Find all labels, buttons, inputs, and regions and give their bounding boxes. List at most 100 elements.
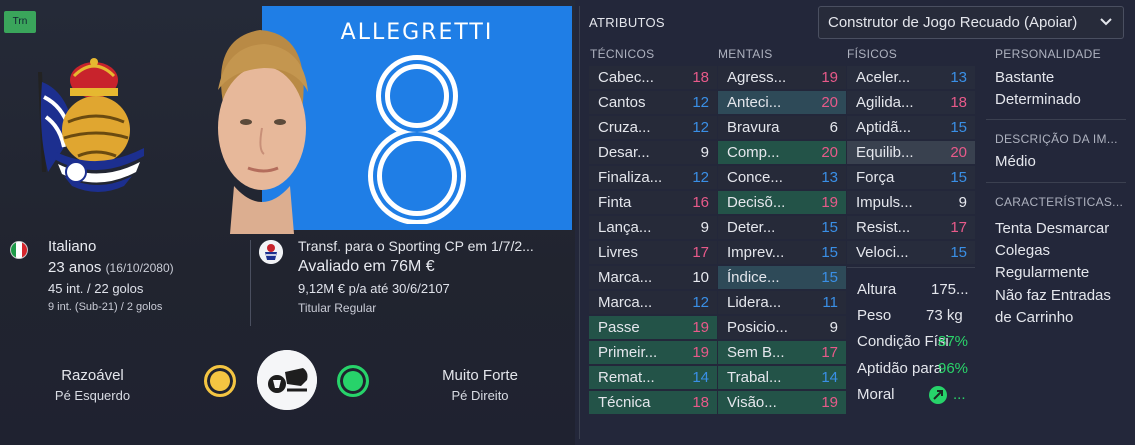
club-badge-icon[interactable] xyxy=(259,240,283,264)
attribute-value: 20 xyxy=(821,94,838,111)
training-badge[interactable]: Trn xyxy=(4,11,36,33)
mental-attribute-row[interactable]: Imprev... 15 xyxy=(718,241,846,264)
attribute-name: Índice... xyxy=(727,269,780,286)
media-description-header: DESCRIÇÃO DA IM... xyxy=(995,132,1118,146)
technical-attribute-row[interactable]: Finaliza... 12 xyxy=(589,166,717,189)
role-select[interactable]: Construtor de Jogo Recuado (Apoiar) xyxy=(818,6,1124,39)
squad-status: Titular Regular xyxy=(298,301,377,315)
wage: 9,12M € p/a até 30/6/2107 xyxy=(298,281,450,296)
media-description: Médio xyxy=(995,153,1036,170)
mental-attribute-row[interactable]: Conce... 13 xyxy=(718,166,846,189)
condition-label: Condição Físi xyxy=(857,333,949,350)
attribute-value: 19 xyxy=(692,344,709,361)
condition-value: 87% xyxy=(938,333,969,350)
mental-attribute-row[interactable]: Anteci... 20 xyxy=(718,91,846,114)
attribute-name: Finaliza... xyxy=(598,169,663,186)
attribute-name: Trabal... xyxy=(727,369,782,386)
technical-attribute-row[interactable]: Técnica 18 xyxy=(589,391,717,414)
left-foot: Razoável Pé Esquerdo xyxy=(40,367,145,403)
left-foot-indicator xyxy=(204,365,236,397)
attribute-name: Agress... xyxy=(727,69,787,86)
attribute-name: Lidera... xyxy=(727,294,782,311)
age: 23 anos (16/10/2080) xyxy=(48,259,174,276)
football-boot-icon[interactable] xyxy=(257,350,317,410)
trait-line-4[interactable]: Não faz Entradas xyxy=(995,285,1111,307)
technical-attribute-row[interactable]: Remat... 14 xyxy=(589,366,717,389)
technical-attribute-row[interactable]: Passe 19 xyxy=(589,316,717,339)
mental-attribute-row[interactable]: Sem B... 17 xyxy=(718,341,846,364)
attribute-value: 12 xyxy=(692,94,709,111)
attribute-value: 9 xyxy=(700,219,709,236)
technical-attribute-row[interactable]: Cruza... 12 xyxy=(589,116,717,139)
mental-attribute-row[interactable]: Lidera... 11 xyxy=(718,291,846,314)
mental-attribute-row[interactable]: Comp... 20 xyxy=(718,141,846,164)
club-crest-icon xyxy=(38,58,144,192)
attribute-value: 12 xyxy=(692,169,709,186)
physical-attribute-row[interactable]: Impuls... 9 xyxy=(847,191,975,214)
technical-attribute-row[interactable]: Primeir... 19 xyxy=(589,341,717,364)
chevron-down-icon xyxy=(1100,18,1112,26)
attribute-name: Veloci... xyxy=(856,244,909,261)
physical-attribute-row[interactable]: Força 15 xyxy=(847,166,975,189)
trait-line-3[interactable]: Regularmente xyxy=(995,262,1089,284)
mental-attribute-row[interactable]: Deter... 15 xyxy=(718,216,846,239)
attribute-value: 9 xyxy=(700,144,709,161)
technical-attribute-row[interactable]: Marca... 10 xyxy=(589,266,717,289)
attribute-value: 15 xyxy=(821,219,838,236)
mental-attribute-row[interactable]: Índice... 15 xyxy=(718,266,846,289)
technical-attribute-row[interactable]: Marca... 12 xyxy=(589,291,717,314)
attribute-name: Posicio... xyxy=(727,319,788,336)
trait-line-1[interactable]: Tenta Desmarcar xyxy=(995,218,1109,240)
mental-attribute-row[interactable]: Trabal... 14 xyxy=(718,366,846,389)
attribute-value: 18 xyxy=(950,94,967,111)
technical-attribute-row[interactable]: Finta 16 xyxy=(589,191,717,214)
physical-attribute-row[interactable]: Equilib... 20 xyxy=(847,141,975,164)
attribute-name: Imprev... xyxy=(727,244,785,261)
mental-attribute-row[interactable]: Posicio... 9 xyxy=(718,316,846,339)
trait-line-2[interactable]: Colegas xyxy=(995,240,1050,262)
technical-attribute-row[interactable]: Lança... 9 xyxy=(589,216,717,239)
physical-attribute-row[interactable]: Veloci... 15 xyxy=(847,241,975,264)
attribute-value: 14 xyxy=(692,369,709,386)
left-foot-rating: Razoável xyxy=(61,367,124,384)
physical-attribute-row[interactable]: Resist... 17 xyxy=(847,216,975,239)
right-foot-indicator xyxy=(337,365,369,397)
trait-line-5[interactable]: de Carrinho xyxy=(995,307,1073,329)
attribute-value: 20 xyxy=(950,144,967,161)
u21-caps: 9 int. (Sub-21) / 2 golos xyxy=(48,301,163,313)
technical-attribute-row[interactable]: Cantos 12 xyxy=(589,91,717,114)
physical-attribute-row[interactable]: Aptidã... 15 xyxy=(847,116,975,139)
attribute-value: 19 xyxy=(692,319,709,336)
attribute-name: Passe xyxy=(598,319,640,336)
attribute-value: 15 xyxy=(950,244,967,261)
technical-attribute-row[interactable]: Desar... 9 xyxy=(589,141,717,164)
attribute-value: 19 xyxy=(821,69,838,86)
attribute-name: Lança... xyxy=(598,219,652,236)
morale-label: Moral xyxy=(857,386,895,403)
physical-attribute-row[interactable]: Agilida... 18 xyxy=(847,91,975,114)
mental-attribute-row[interactable]: Visão... 19 xyxy=(718,391,846,414)
mental-attribute-row[interactable]: Decisõ... 19 xyxy=(718,191,846,214)
attribute-name: Sem B... xyxy=(727,344,785,361)
attribute-name: Finta xyxy=(598,194,632,211)
technical-attribute-row[interactable]: Livres 17 xyxy=(589,241,717,264)
mental-attribute-row[interactable]: Bravura 6 xyxy=(718,116,846,139)
attribute-value: 15 xyxy=(950,119,967,136)
morale-arrow-icon xyxy=(929,386,947,404)
attribute-value: 15 xyxy=(950,169,967,186)
attribute-name: Técnica xyxy=(598,394,651,411)
transfer-status[interactable]: Transf. para o Sporting CP em 1/7/2... xyxy=(298,238,570,254)
attribute-value: 13 xyxy=(821,169,838,186)
attribute-name: Primeir... xyxy=(598,344,658,361)
mental-attribute-row[interactable]: Agress... 19 xyxy=(718,66,846,89)
attributes-title: ATRIBUTOS xyxy=(589,15,665,30)
nationality[interactable]: Italiano xyxy=(48,238,174,255)
international-caps: 45 int. / 22 golos xyxy=(48,281,144,296)
physical-attribute-row[interactable]: Aceler... 13 xyxy=(847,66,975,89)
height-label: Altura xyxy=(857,281,897,298)
attribute-name: Bravura xyxy=(727,119,780,136)
traits-header: CARACTERÍSTICAS... xyxy=(995,195,1124,209)
technical-attribute-row[interactable]: Cabec... 18 xyxy=(589,66,717,89)
role-select-value: Construtor de Jogo Recuado (Apoiar) xyxy=(828,14,1078,31)
bio-divider xyxy=(250,240,251,326)
